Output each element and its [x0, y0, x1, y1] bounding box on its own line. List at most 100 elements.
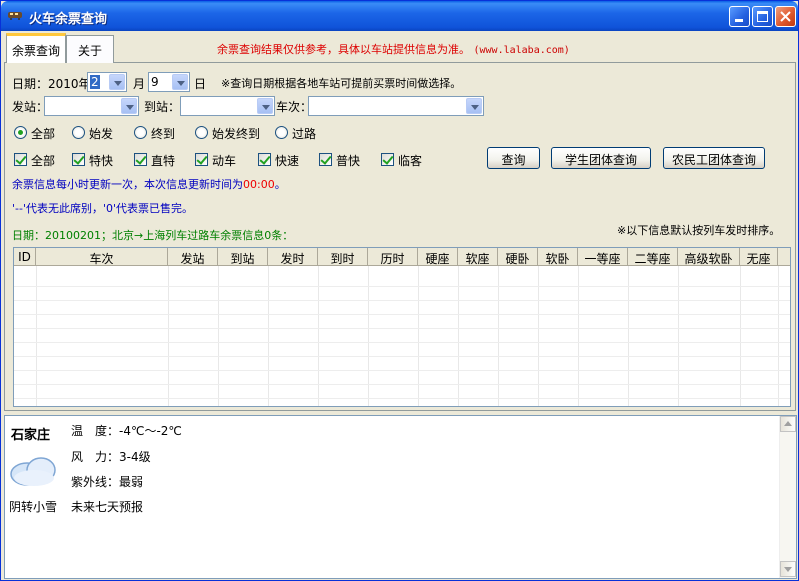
- tab-label: 余票查询: [11, 44, 60, 58]
- chevron-down-icon[interactable]: [109, 74, 125, 90]
- query-button[interactable]: 查询: [487, 147, 540, 169]
- scroll-down-button[interactable]: [780, 561, 796, 577]
- chevron-down-icon[interactable]: [257, 98, 273, 114]
- vertical-scrollbar[interactable]: [779, 416, 796, 578]
- weather-condition: 阴转小雪: [9, 500, 58, 514]
- column-header[interactable]: 一等座: [578, 248, 628, 266]
- column-header[interactable]: 到站: [218, 248, 268, 266]
- column-header[interactable]: 高级软卧: [678, 248, 740, 266]
- student-group-query-button[interactable]: 学生团体查询: [551, 147, 651, 169]
- checkbox-label: 快速: [275, 154, 300, 168]
- column-header[interactable]: 发站: [168, 248, 218, 266]
- month-label: 月: [133, 77, 146, 91]
- column-header[interactable]: 车次: [36, 248, 168, 266]
- weather-panel: 石家庄 温 度：-4℃～-2℃ 风 力：3-4级 紫外线：最弱 阴转小雪 未来七…: [4, 415, 797, 579]
- checkbox-express[interactable]: [72, 153, 85, 166]
- to-station-label: 到站：: [144, 100, 181, 114]
- tab-about[interactable]: 关于: [66, 35, 114, 63]
- window-title: 火车余票查询: [29, 12, 108, 27]
- ticket-table[interactable]: ID 车次 发站 到站 发时 到时 历时 硬座 软座 硬卧 软卧 一等座 二等座…: [13, 247, 791, 407]
- chevron-down-icon[interactable]: [466, 98, 482, 114]
- radio-label: 始发: [89, 127, 114, 141]
- chevron-down-icon: [784, 567, 792, 572]
- checkbox-all[interactable]: [14, 153, 27, 166]
- checkbox-emu[interactable]: [195, 153, 208, 166]
- date-label: 日期：2010年: [12, 77, 91, 91]
- column-header[interactable]: 硬卧: [498, 248, 538, 266]
- close-icon: [780, 11, 791, 22]
- checkbox-label: 全部: [31, 154, 56, 168]
- disclaimer-notice: 余票查询结果仅供参考，具体以车站提供信息为准。 (www.lalaba.com): [217, 41, 570, 57]
- weather-temperature: 温 度：-4℃～-2℃: [71, 424, 182, 438]
- result-summary: 日期：20100201；北京→上海列车过路车余票信息0条：: [12, 229, 294, 242]
- title-bar[interactable]: 火车余票查询: [1, 1, 798, 31]
- column-header[interactable]: 硬座: [418, 248, 458, 266]
- weather-forecast-link[interactable]: 未来七天预报: [71, 498, 143, 515]
- checkbox-label: 动车: [212, 154, 237, 168]
- to-station-select[interactable]: [180, 96, 275, 116]
- radio-label: 过路: [292, 127, 317, 141]
- month-value: 2: [90, 75, 100, 89]
- chevron-down-icon[interactable]: [121, 98, 137, 114]
- query-panel: 日期：2010年 2 月 9 日 ※查询日期根据各地车站可提前买票时间做选择。 …: [4, 63, 796, 411]
- radio-label: 全部: [31, 127, 56, 141]
- maximize-icon: [757, 11, 768, 22]
- scroll-up-button[interactable]: [780, 416, 796, 432]
- column-header[interactable]: 软座: [458, 248, 498, 266]
- checkbox-label: 直特: [151, 154, 176, 168]
- radio-origin[interactable]: [72, 126, 85, 139]
- update-end: 。: [274, 178, 286, 191]
- close-button[interactable]: [775, 6, 796, 27]
- day-label: 日: [194, 77, 207, 91]
- radio-all[interactable]: [14, 126, 27, 139]
- day-value: 9: [151, 75, 159, 89]
- radio-origin-terminal[interactable]: [195, 126, 208, 139]
- radio-terminal[interactable]: [134, 126, 147, 139]
- from-station-select[interactable]: [44, 96, 139, 116]
- date-hint: ※查询日期根据各地车站可提前买票时间做选择。: [221, 77, 462, 90]
- minimize-icon: [735, 19, 743, 22]
- weather-wind: 风 力：3-4级: [71, 450, 151, 464]
- legend-text: '--'代表无此席别，'0'代表票已售完。: [12, 202, 194, 215]
- tab-label: 关于: [77, 44, 102, 58]
- checkbox-temporary[interactable]: [381, 153, 394, 166]
- app-window: 火车余票查询 余票查询 关于 余票查询结果仅供参考，具体以车站提供信息为准。 (…: [0, 0, 799, 581]
- train-number-label: 车次：: [276, 100, 313, 114]
- minimize-button[interactable]: [729, 6, 750, 27]
- cloud-snow-icon: [10, 457, 56, 486]
- update-text: 余票信息每小时更新一次，本次信息更新时间为: [12, 178, 243, 191]
- month-select[interactable]: 2: [87, 72, 127, 92]
- weather-uv: 紫外线：最弱: [71, 475, 144, 489]
- migrant-worker-group-query-button[interactable]: 农民工团体查询: [663, 147, 765, 169]
- chevron-up-icon: [784, 421, 792, 426]
- notice-text: 余票查询结果仅供参考，具体以车站提供信息为准。: [217, 43, 470, 56]
- column-header[interactable]: ID: [14, 248, 36, 266]
- checkbox-label: 临客: [398, 154, 423, 168]
- chevron-down-icon[interactable]: [172, 74, 188, 90]
- column-header[interactable]: 到时: [318, 248, 368, 266]
- from-station-label: 发站：: [12, 100, 49, 114]
- checkbox-direct-express[interactable]: [134, 153, 147, 166]
- column-header[interactable]: 发时: [268, 248, 318, 266]
- radio-label: 终到: [151, 127, 176, 141]
- update-time: 00:00: [243, 178, 275, 191]
- maximize-button[interactable]: [752, 6, 773, 27]
- site-url-link[interactable]: (www.lalaba.com): [474, 45, 570, 56]
- radio-label: 始发终到: [212, 127, 261, 141]
- column-header[interactable]: 无座: [740, 248, 778, 266]
- weather-city: 石家庄: [11, 428, 51, 443]
- checkbox-fast[interactable]: [258, 153, 271, 166]
- train-app-icon: [8, 12, 22, 20]
- radio-passing[interactable]: [275, 126, 288, 139]
- table-header: ID 车次 发站 到站 发时 到时 历时 硬座 软座 硬卧 软卧 一等座 二等座…: [14, 248, 790, 266]
- checkbox-ordinary-fast[interactable]: [319, 153, 332, 166]
- checkbox-label: 普快: [336, 154, 361, 168]
- column-header[interactable]: 二等座: [628, 248, 678, 266]
- day-select[interactable]: 9: [148, 72, 190, 92]
- column-header[interactable]: 软卧: [538, 248, 578, 266]
- train-number-select[interactable]: [308, 96, 484, 116]
- checkbox-label: 特快: [89, 154, 114, 168]
- update-info: 余票信息每小时更新一次，本次信息更新时间为00:00。: [12, 176, 286, 192]
- tab-ticket-query[interactable]: 余票查询: [6, 33, 66, 64]
- column-header[interactable]: 历时: [368, 248, 418, 266]
